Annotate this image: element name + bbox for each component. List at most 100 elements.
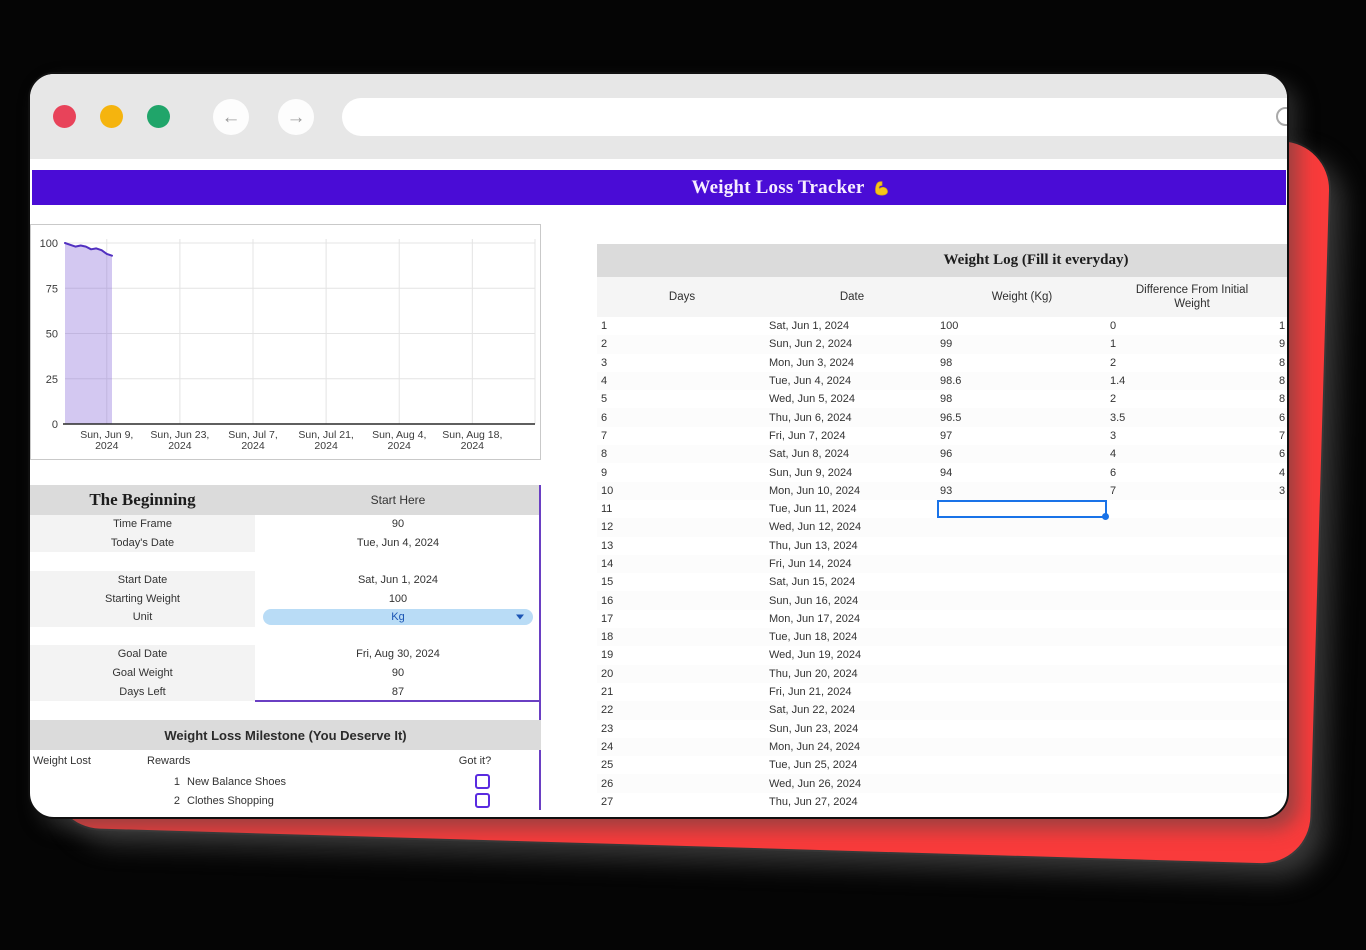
search-icon[interactable]	[1276, 107, 1289, 126]
weight-chart[interactable]: 0255075100Sun, Jun 9,2024Sun, Jun 23,202…	[30, 224, 541, 460]
day-cell[interactable]: 25	[601, 759, 613, 771]
date-cell[interactable]: Fri, Jun 7, 2024	[769, 430, 845, 442]
selected-cell[interactable]	[937, 500, 1107, 518]
date-cell[interactable]: Fri, Jun 14, 2024	[769, 558, 852, 570]
clipped-extra-cell[interactable]: 6	[1279, 448, 1285, 460]
difference-cell[interactable]: 6	[1110, 467, 1116, 479]
day-cell[interactable]: 8	[601, 448, 607, 460]
day-cell[interactable]: 11	[601, 503, 612, 515]
weight-cell[interactable]: 98.6	[940, 375, 961, 387]
traffic-light-zoom-button[interactable]	[147, 105, 170, 128]
day-cell[interactable]: 23	[601, 723, 613, 735]
difference-cell[interactable]: 1	[1110, 338, 1116, 350]
date-cell[interactable]: Tue, Jun 4, 2024	[769, 375, 851, 387]
milestone-reward-cell[interactable]: Clothes Shopping	[187, 795, 274, 807]
field-value-cell[interactable]: 100	[255, 589, 541, 608]
clipped-extra-cell[interactable]: 8	[1279, 375, 1285, 387]
day-cell[interactable]: 6	[601, 412, 607, 424]
difference-cell[interactable]: 3.5	[1110, 412, 1125, 424]
back-button[interactable]: ←	[213, 99, 249, 135]
clipped-extra-cell[interactable]: 1	[1279, 320, 1285, 332]
field-value-cell[interactable]: Kg	[255, 608, 541, 627]
date-cell[interactable]: Sun, Jun 16, 2024	[769, 595, 858, 607]
date-cell[interactable]: Sun, Jun 23, 2024	[769, 723, 858, 735]
day-cell[interactable]: 21	[601, 686, 613, 698]
url-input[interactable]	[342, 98, 1289, 136]
difference-cell[interactable]: 3	[1110, 430, 1116, 442]
got-it-checkbox[interactable]	[475, 774, 490, 789]
clipped-extra-cell[interactable]: 6	[1279, 412, 1285, 424]
weight-cell[interactable]: 100	[940, 320, 958, 332]
day-cell[interactable]: 24	[601, 741, 613, 753]
date-cell[interactable]: Tue, Jun 25, 2024	[769, 759, 857, 771]
date-cell[interactable]: Sat, Jun 1, 2024	[769, 320, 849, 332]
day-cell[interactable]: 4	[601, 375, 607, 387]
clipped-extra-cell[interactable]: 3	[1279, 485, 1285, 497]
field-value-cell[interactable]: Tue, Jun 4, 2024	[255, 534, 541, 553]
date-cell[interactable]: Wed, Jun 12, 2024	[769, 521, 861, 533]
day-cell[interactable]: 27	[601, 796, 613, 808]
clipped-extra-cell[interactable]: 8	[1279, 357, 1285, 369]
date-cell[interactable]: Wed, Jun 19, 2024	[769, 649, 861, 661]
day-cell[interactable]: 20	[601, 668, 613, 680]
clipped-extra-cell[interactable]: 4	[1279, 467, 1285, 479]
day-cell[interactable]: 12	[601, 521, 613, 533]
traffic-light-close-button[interactable]	[53, 105, 76, 128]
date-cell[interactable]: Sun, Jun 9, 2024	[769, 467, 852, 479]
date-cell[interactable]: Thu, Jun 20, 2024	[769, 668, 858, 680]
day-cell[interactable]: 19	[601, 649, 613, 661]
difference-cell[interactable]: 4	[1110, 448, 1116, 460]
weight-cell[interactable]: 98	[940, 357, 952, 369]
clipped-extra-cell[interactable]: 7	[1279, 430, 1285, 442]
date-cell[interactable]: Tue, Jun 11, 2024	[769, 503, 856, 515]
weight-cell[interactable]: 97	[940, 430, 952, 442]
weight-cell[interactable]: 96	[940, 448, 952, 460]
date-cell[interactable]: Wed, Jun 5, 2024	[769, 393, 855, 405]
clipped-extra-cell[interactable]: 9	[1279, 338, 1285, 350]
day-cell[interactable]: 18	[601, 631, 613, 643]
day-cell[interactable]: 7	[601, 430, 607, 442]
day-cell[interactable]: 13	[601, 540, 613, 552]
date-cell[interactable]: Sat, Jun 8, 2024	[769, 448, 849, 460]
date-cell[interactable]: Thu, Jun 13, 2024	[769, 540, 858, 552]
weight-cell[interactable]: 96.5	[940, 412, 961, 424]
weight-cell[interactable]: 93	[940, 485, 952, 497]
date-cell[interactable]: Mon, Jun 24, 2024	[769, 741, 860, 753]
day-cell[interactable]: 17	[601, 613, 613, 625]
day-cell[interactable]: 16	[601, 595, 613, 607]
date-cell[interactable]: Mon, Jun 17, 2024	[769, 613, 860, 625]
difference-cell[interactable]: 0	[1110, 320, 1116, 332]
day-cell[interactable]: 14	[601, 558, 613, 570]
day-cell[interactable]: 22	[601, 704, 613, 716]
day-cell[interactable]: 2	[601, 338, 607, 350]
date-cell[interactable]: Thu, Jun 6, 2024	[769, 412, 852, 424]
unit-dropdown[interactable]: Kg	[263, 609, 533, 625]
date-cell[interactable]: Fri, Jun 21, 2024	[769, 686, 852, 698]
day-cell[interactable]: 10	[601, 485, 613, 497]
day-cell[interactable]: 3	[601, 357, 607, 369]
day-cell[interactable]: 15	[601, 576, 613, 588]
date-cell[interactable]: Sat, Jun 15, 2024	[769, 576, 855, 588]
field-value-cell[interactable]: 87	[255, 682, 541, 701]
date-cell[interactable]: Thu, Jun 27, 2024	[769, 796, 858, 808]
day-cell[interactable]: 9	[601, 467, 607, 479]
date-cell[interactable]: Wed, Jun 26, 2024	[769, 778, 861, 790]
milestone-reward-cell[interactable]: New Balance Shoes	[187, 776, 286, 788]
day-cell[interactable]: 26	[601, 778, 613, 790]
weight-cell[interactable]: 94	[940, 467, 952, 479]
weight-cell[interactable]: 99	[940, 338, 952, 350]
date-cell[interactable]: Mon, Jun 3, 2024	[769, 357, 854, 369]
field-value-cell[interactable]: 90	[255, 515, 541, 534]
field-value-cell[interactable]: Sat, Jun 1, 2024	[255, 571, 541, 590]
difference-cell[interactable]: 2	[1110, 393, 1116, 405]
field-value-cell[interactable]: Fri, Aug 30, 2024	[255, 645, 541, 664]
difference-cell[interactable]: 7	[1110, 485, 1116, 497]
difference-cell[interactable]: 1.4	[1110, 375, 1125, 387]
traffic-light-minimize-button[interactable]	[100, 105, 123, 128]
day-cell[interactable]: 1	[601, 320, 607, 332]
weight-cell[interactable]: 98	[940, 393, 952, 405]
got-it-checkbox[interactable]	[475, 793, 490, 808]
date-cell[interactable]: Sun, Jun 2, 2024	[769, 338, 852, 350]
date-cell[interactable]: Mon, Jun 10, 2024	[769, 485, 860, 497]
clipped-extra-cell[interactable]: 8	[1279, 393, 1285, 405]
